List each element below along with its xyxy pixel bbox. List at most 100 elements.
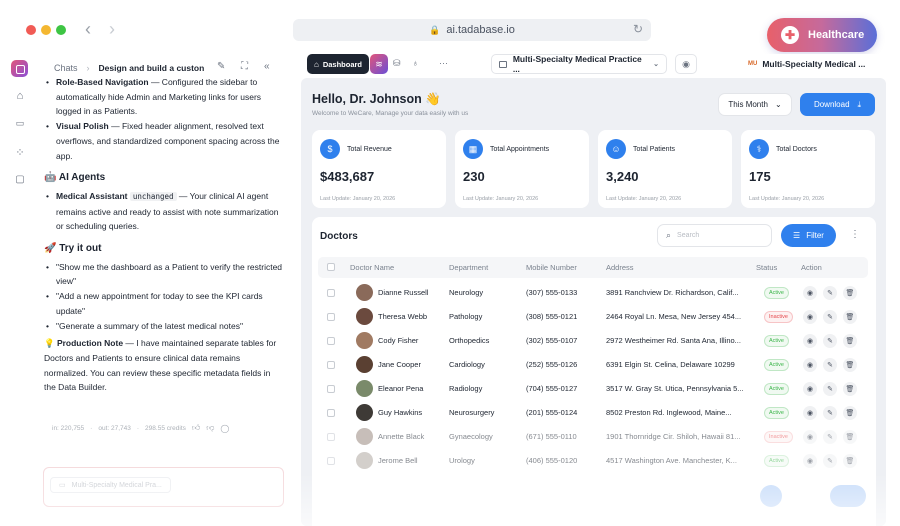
view-icon[interactable]: ◉ bbox=[803, 406, 817, 420]
edit-icon[interactable]: ✎ bbox=[823, 430, 837, 444]
apps-grid-icon[interactable]: ⁘ bbox=[13, 146, 27, 159]
more-vertical-icon[interactable]: ⋮ bbox=[850, 229, 860, 240]
table-row[interactable]: Cody Fisher Orthopedics (302) 555-0107 2972… bbox=[318, 329, 868, 353]
table-row[interactable]: Theresa Webb Pathology (308) 555-0121 2464 … bbox=[318, 305, 868, 329]
view-icon[interactable]: ◉ bbox=[803, 382, 817, 396]
edit-icon[interactable]: ✎ bbox=[823, 310, 837, 324]
row-checkbox[interactable] bbox=[327, 409, 335, 417]
thumbs-up-icon[interactable]: 👍︎ bbox=[192, 423, 200, 433]
view-icon[interactable]: ◉ bbox=[803, 430, 817, 444]
table-row[interactable]: Dianne Russell Neurology (307) 555-0133 389… bbox=[318, 281, 868, 305]
delete-icon[interactable]: 🗑︎ bbox=[843, 358, 857, 372]
edit-icon[interactable]: ✎ bbox=[823, 286, 837, 300]
chat-bubble-icon[interactable]: ▢ bbox=[13, 174, 27, 185]
row-checkbox[interactable] bbox=[327, 457, 335, 465]
list-item: "Show me the dashboard as a Patient to v… bbox=[44, 260, 284, 289]
column-header[interactable]: Address bbox=[606, 263, 634, 272]
delete-icon[interactable]: 🗑︎ bbox=[843, 382, 857, 396]
delete-icon[interactable]: 🗑︎ bbox=[843, 310, 857, 324]
id-card-icon[interactable]: ▭ bbox=[13, 118, 27, 129]
table-title: Doctors bbox=[320, 231, 358, 242]
column-header[interactable]: Action bbox=[801, 263, 822, 272]
more-horizontal-icon[interactable]: ··· bbox=[439, 58, 448, 68]
healthcare-badge[interactable]: ✚ Healthcare bbox=[767, 18, 877, 52]
edit-icon[interactable]: ✎ bbox=[217, 61, 225, 72]
table-row[interactable]: Eleanor Pena Radiology (704) 555-0127 3517 … bbox=[318, 377, 868, 401]
tab-dashboard[interactable]: ⌂ Dashboard bbox=[307, 54, 370, 74]
address: 6391 Elgin St. Celina, Delaware 10299 bbox=[606, 360, 735, 369]
bulb-icon[interactable]: ♁ bbox=[412, 58, 419, 68]
view-icon[interactable]: ◉ bbox=[803, 334, 817, 348]
tokens-in: in: 220,755 bbox=[52, 424, 85, 432]
edit-icon[interactable]: ✎ bbox=[823, 454, 837, 468]
page-select[interactable]: Multi-Specialty Medical Practice ... ⌄ bbox=[491, 54, 667, 74]
expand-icon[interactable]: ⛶ bbox=[241, 61, 248, 72]
mobile-number: (252) 555-0126 bbox=[526, 360, 578, 369]
edit-icon[interactable]: ✎ bbox=[823, 406, 837, 420]
preview-eye-icon[interactable]: ◉ bbox=[675, 54, 697, 74]
breadcrumb-chats[interactable]: Chats bbox=[54, 63, 78, 73]
chevron-down-icon: ⌄ bbox=[774, 100, 782, 109]
select-all-checkbox[interactable] bbox=[327, 263, 335, 271]
view-icon[interactable]: ◉ bbox=[803, 286, 817, 300]
table-row[interactable]: Jane Cooper Cardiology (252) 555-0126 6391 … bbox=[318, 353, 868, 377]
app-logo-icon[interactable] bbox=[11, 60, 28, 77]
search-input[interactable]: ⌕ Search bbox=[657, 224, 772, 247]
row-checkbox[interactable] bbox=[327, 289, 335, 297]
collapse-panel-icon[interactable]: « bbox=[264, 61, 270, 72]
delete-icon[interactable]: 🗑︎ bbox=[843, 334, 857, 348]
delete-icon[interactable]: 🗑︎ bbox=[843, 454, 857, 468]
reload-icon[interactable]: ↻ bbox=[633, 22, 643, 36]
edit-icon[interactable]: ✎ bbox=[823, 382, 837, 396]
row-checkbox[interactable] bbox=[327, 361, 335, 369]
visual-polish-title: Visual Polish bbox=[56, 121, 109, 132]
thumbs-down-icon[interactable]: 👎︎ bbox=[206, 423, 214, 433]
download-button[interactable]: Download ⤓ bbox=[800, 93, 875, 116]
address-bar[interactable]: 🔒 ai.tadabase.io ↻ bbox=[293, 19, 651, 41]
view-icon[interactable]: ◉ bbox=[803, 454, 817, 468]
delete-icon[interactable]: 🗑︎ bbox=[843, 286, 857, 300]
download-button-label: Download bbox=[813, 100, 850, 109]
maximize-window-button[interactable] bbox=[56, 25, 66, 35]
comment-icon[interactable]: ◯ bbox=[220, 424, 229, 433]
avatar bbox=[356, 404, 373, 421]
period-select[interactable]: This Month ⌄ bbox=[718, 93, 792, 116]
department: Neurosurgery bbox=[449, 408, 495, 417]
filter-button[interactable]: ☰ Filter bbox=[781, 224, 836, 247]
home-icon[interactable]: ⌂ bbox=[13, 90, 27, 102]
view-icon[interactable]: ◉ bbox=[803, 310, 817, 324]
app-select[interactable]: MU Multi-Specialty Medical ... bbox=[741, 54, 887, 74]
table-row[interactable]: Annette Black Gynaecology (671) 555-0110 19… bbox=[318, 425, 868, 449]
column-header[interactable]: Mobile Number bbox=[526, 263, 577, 272]
table-row[interactable]: Jerome Bell Urology (406) 555-0120 4517 Was… bbox=[318, 449, 868, 473]
status-badge: Inactive bbox=[764, 431, 793, 443]
address: 1901 Thornridge Cir. Shiloh, Hawaii 81..… bbox=[606, 432, 741, 441]
close-window-button[interactable] bbox=[26, 25, 36, 35]
users-icon: ☺ bbox=[606, 139, 626, 159]
column-header[interactable]: Department bbox=[449, 263, 488, 272]
table-row[interactable]: Guy Hawkins Neurosurgery (201) 555-0124 850… bbox=[318, 401, 868, 425]
address: 3517 W. Gray St. Utica, Pennsylvania 5..… bbox=[606, 384, 744, 393]
address: 2972 Westheimer Rd. Santa Ana, Illino... bbox=[606, 336, 741, 345]
edit-icon[interactable]: ✎ bbox=[823, 334, 837, 348]
forward-arrow-icon[interactable]: › bbox=[109, 19, 115, 40]
layers-icon[interactable]: ≋ bbox=[370, 54, 388, 74]
address: 3891 Ranchview Dr. Richardson, Calif... bbox=[606, 288, 739, 297]
row-checkbox[interactable] bbox=[327, 433, 335, 441]
row-checkbox[interactable] bbox=[327, 313, 335, 321]
row-checkbox[interactable] bbox=[327, 385, 335, 393]
context-chip[interactable]: ▭ Multi-Specialty Medical Pra... bbox=[50, 477, 171, 493]
status-badge: Inactive bbox=[764, 311, 793, 323]
delete-icon[interactable]: 🗑︎ bbox=[843, 406, 857, 420]
column-header[interactable]: Doctor Name bbox=[350, 263, 394, 272]
chat-input[interactable]: ▭ Multi-Specialty Medical Pra... bbox=[43, 467, 284, 507]
delete-icon[interactable]: 🗑︎ bbox=[843, 430, 857, 444]
edit-icon[interactable]: ✎ bbox=[823, 358, 837, 372]
view-icon[interactable]: ◉ bbox=[803, 358, 817, 372]
column-header[interactable]: Status bbox=[756, 263, 777, 272]
back-arrow-icon[interactable]: ‹ bbox=[85, 19, 91, 40]
row-checkbox[interactable] bbox=[327, 337, 335, 345]
minimize-window-button[interactable] bbox=[41, 25, 51, 35]
database-icon[interactable]: ⛁ bbox=[393, 58, 401, 69]
list-item: "Generate a summary of the latest medica… bbox=[44, 319, 284, 334]
